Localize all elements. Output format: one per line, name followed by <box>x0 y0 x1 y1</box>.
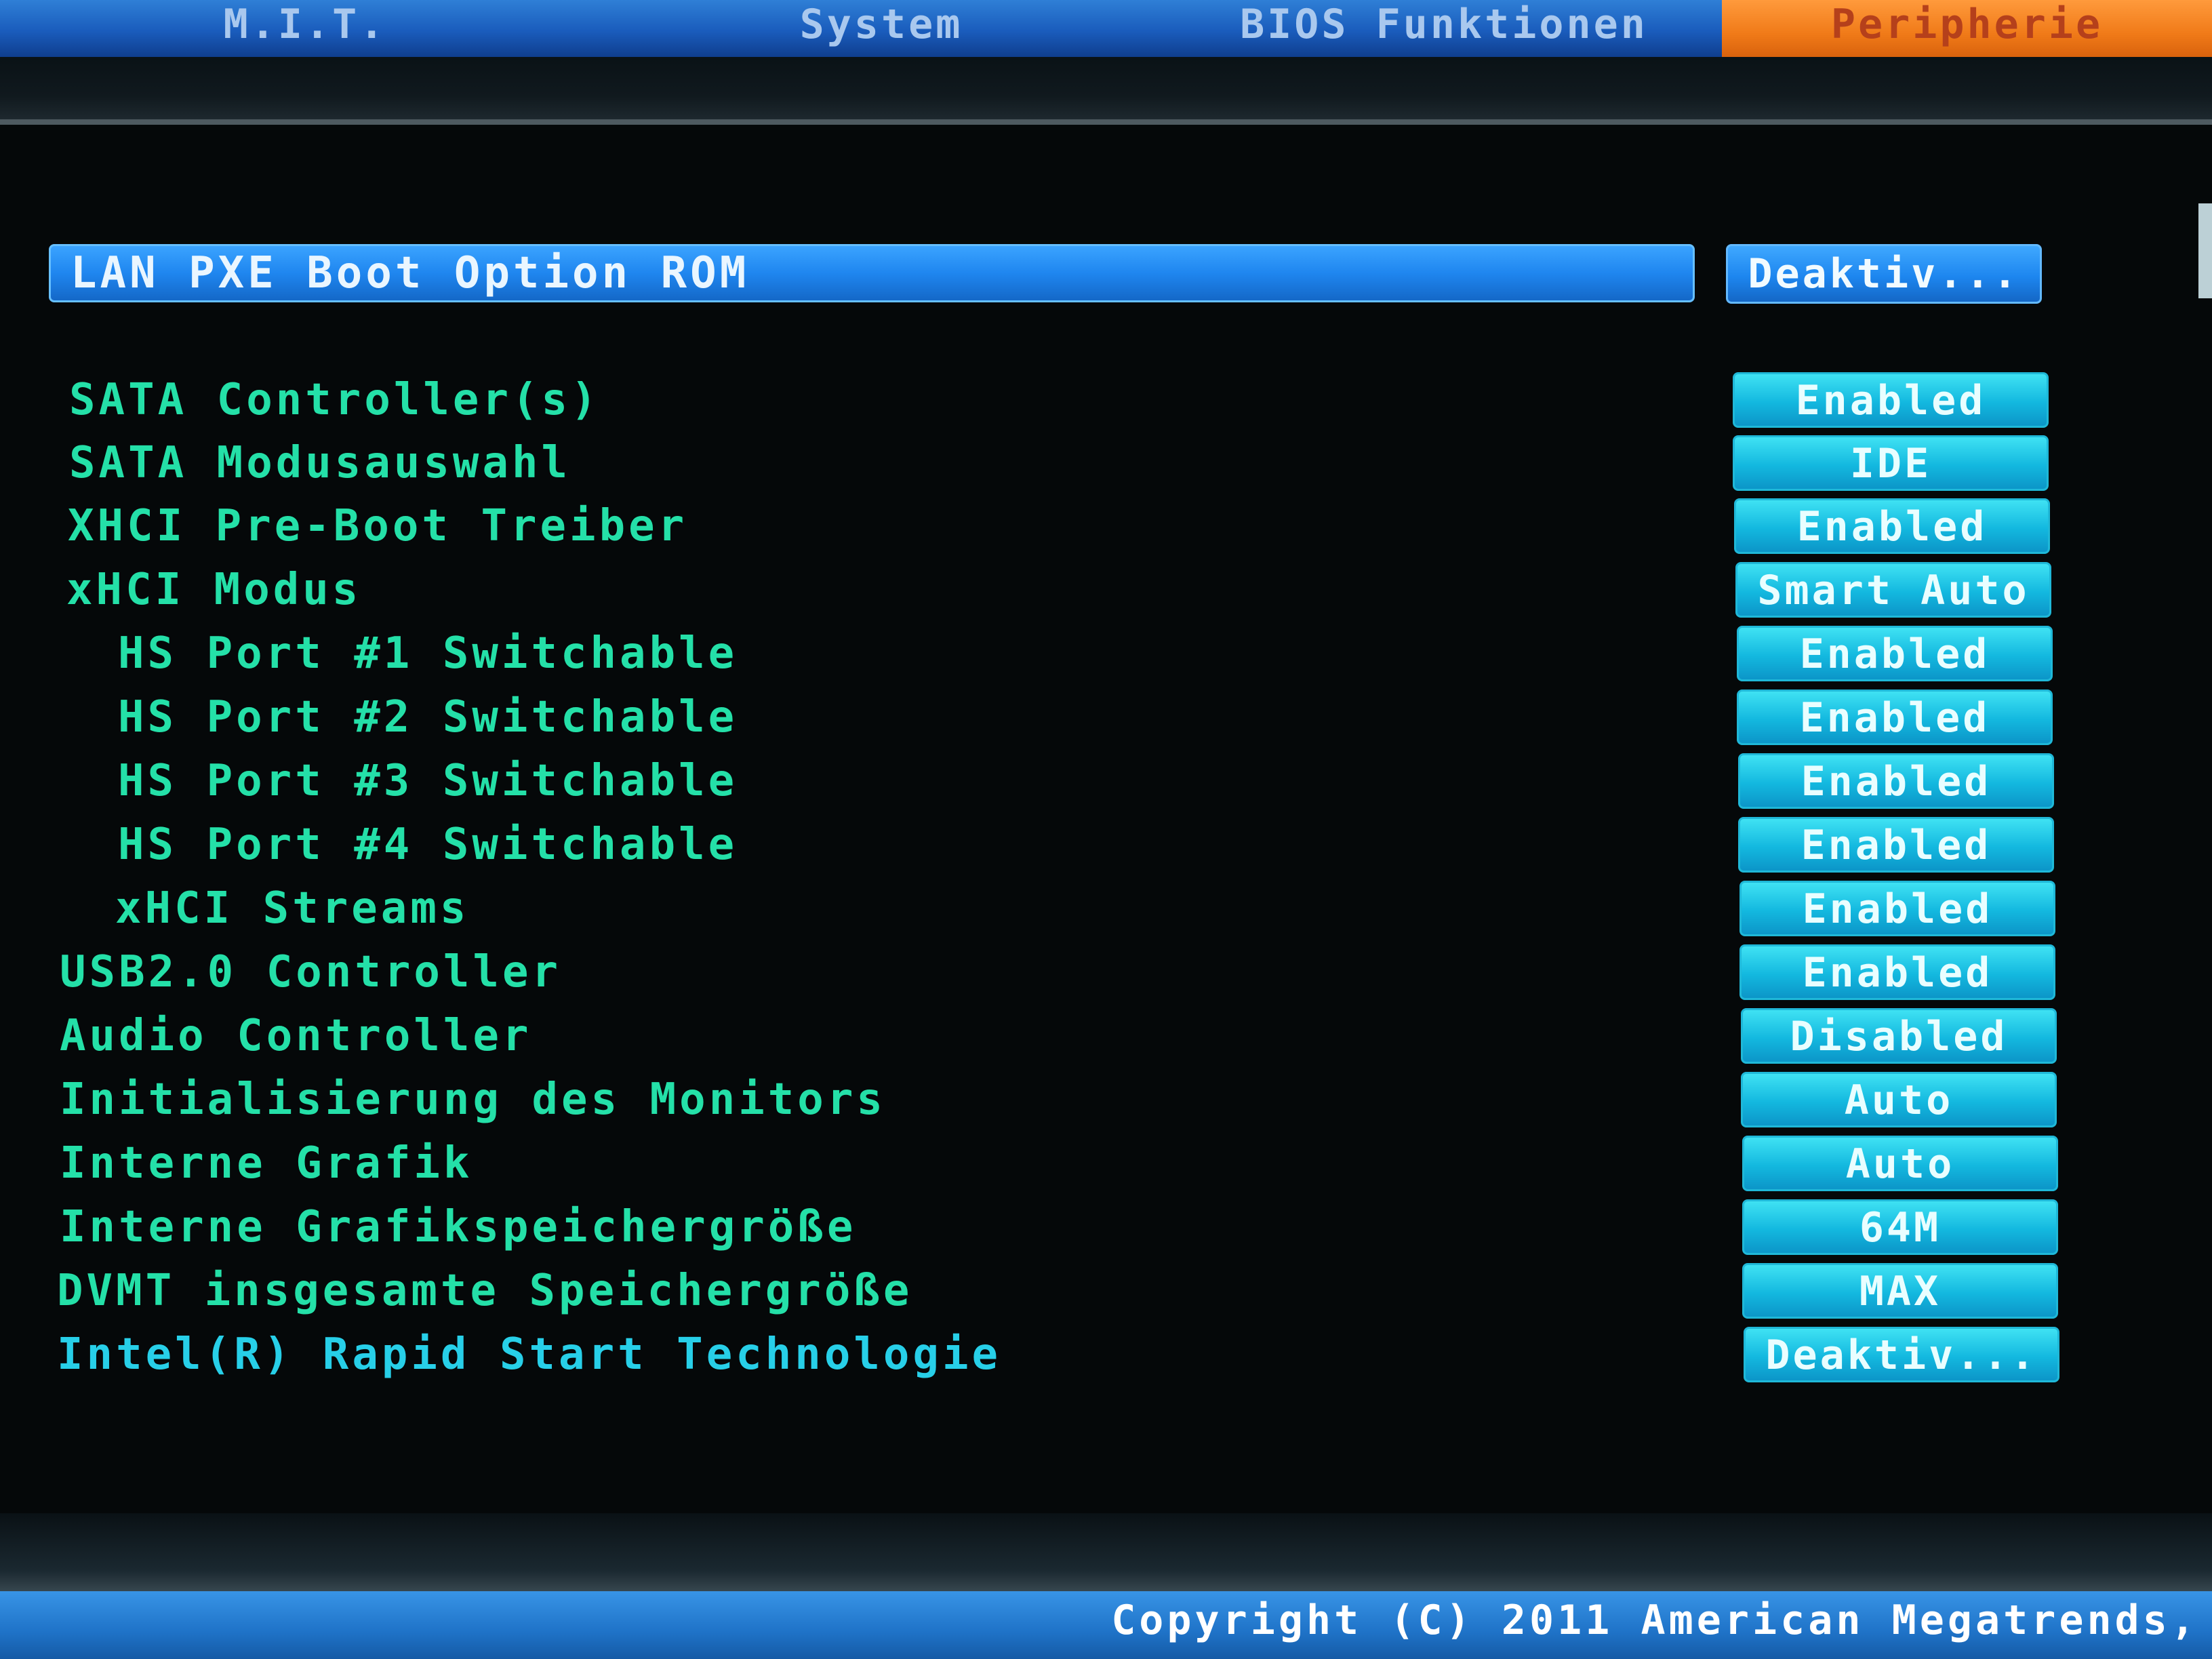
header-frame <box>0 57 2212 122</box>
option-label: DVMT insgesamte Speichergröße <box>57 1266 913 1316</box>
frame-divider <box>0 119 2212 125</box>
option-value[interactable]: Enabled <box>1740 944 2055 1000</box>
option-row[interactable]: DVMT insgesamte Speichergröße MAX <box>0 1260 2212 1321</box>
option-value[interactable]: Enabled <box>1738 753 2054 809</box>
tab-peripherie[interactable]: Peripherie <box>1722 0 2212 57</box>
tab-bios-funktionen[interactable]: BIOS Funktionen <box>1207 0 1681 57</box>
scrollbar[interactable] <box>2198 203 2212 298</box>
option-row[interactable]: USB2.0 Controller Enabled <box>0 942 2212 1003</box>
option-lan-pxe-boot-value[interactable]: Deaktiv... <box>1726 244 2042 304</box>
option-label: Audio Controller <box>60 1011 532 1061</box>
option-value[interactable]: Enabled <box>1737 626 2053 681</box>
option-value[interactable]: 64M <box>1742 1199 2058 1255</box>
option-label: HS Port #2 Switchable <box>118 692 738 742</box>
option-row[interactable]: SATA Controller(s) Enabled <box>0 369 2212 431</box>
option-value[interactable]: Disabled <box>1741 1008 2057 1064</box>
option-label: HS Port #4 Switchable <box>118 820 738 870</box>
option-label: Intel(R) Rapid Start Technologie <box>57 1330 1001 1380</box>
option-row[interactable]: HS Port #2 Switchable Enabled <box>0 687 2212 748</box>
option-value[interactable]: Deaktiv... <box>1744 1327 2059 1382</box>
option-lan-pxe-boot-label: LAN PXE Boot Option ROM <box>71 248 750 298</box>
copyright-text: Copyright (C) 2011 American Megatrends, <box>1111 1597 2198 1644</box>
option-value[interactable]: Enabled <box>1737 689 2053 745</box>
option-row[interactable]: SATA Modusauswahl IDE <box>0 433 2212 494</box>
option-row[interactable]: Audio Controller Disabled <box>0 1005 2212 1066</box>
option-label: Initialisierung des Monitors <box>60 1075 886 1125</box>
option-value[interactable]: Auto <box>1742 1136 2058 1191</box>
option-label: Interne Grafikspeichergröße <box>60 1202 857 1252</box>
option-label: XHCI Pre-Boot Treiber <box>68 501 688 551</box>
option-value[interactable]: MAX <box>1742 1263 2058 1319</box>
option-value[interactable]: Auto <box>1741 1072 2057 1127</box>
option-row[interactable]: Interne Grafik Auto <box>0 1133 2212 1194</box>
tab-mit[interactable]: M.I.T. <box>169 0 441 57</box>
status-bar: Copyright (C) 2011 American Megatrends, <box>0 1591 2212 1659</box>
option-row[interactable]: xHCI Modus Smart Auto <box>0 559 2212 620</box>
option-row[interactable]: HS Port #3 Switchable Enabled <box>0 751 2212 812</box>
option-value[interactable]: IDE <box>1733 435 2049 491</box>
option-row[interactable]: Intel(R) Rapid Start Technologie Deaktiv… <box>0 1324 2212 1385</box>
option-label: HS Port #1 Switchable <box>118 628 738 679</box>
option-row[interactable]: XHCI Pre-Boot Treiber Enabled <box>0 496 2212 557</box>
option-label: SATA Modusauswahl <box>69 438 571 488</box>
option-label: SATA Controller(s) <box>69 375 601 425</box>
option-label: HS Port #3 Switchable <box>118 756 738 806</box>
option-value[interactable]: Enabled <box>1740 881 2055 936</box>
option-label: Interne Grafik <box>60 1138 473 1188</box>
option-row[interactable]: xHCI Streams Enabled <box>0 878 2212 939</box>
option-row[interactable]: Interne Grafikspeichergröße 64M <box>0 1197 2212 1258</box>
option-value[interactable]: Enabled <box>1734 498 2050 554</box>
tab-bar: M.I.T. System BIOS Funktionen Peripherie <box>0 0 2212 57</box>
option-label: USB2.0 Controller <box>60 947 562 997</box>
option-row[interactable]: HS Port #4 Switchable Enabled <box>0 814 2212 875</box>
tab-system[interactable]: System <box>732 0 1030 57</box>
option-value[interactable]: Enabled <box>1738 817 2054 873</box>
footer-frame <box>0 1513 2212 1595</box>
option-row[interactable]: HS Port #1 Switchable Enabled <box>0 623 2212 684</box>
option-label: xHCI Streams <box>115 883 470 934</box>
option-row[interactable]: Initialisierung des Monitors Auto <box>0 1069 2212 1130</box>
option-label: xHCI Modus <box>66 565 362 615</box>
option-value[interactable]: Enabled <box>1733 372 2049 428</box>
option-value[interactable]: Smart Auto <box>1735 562 2051 618</box>
